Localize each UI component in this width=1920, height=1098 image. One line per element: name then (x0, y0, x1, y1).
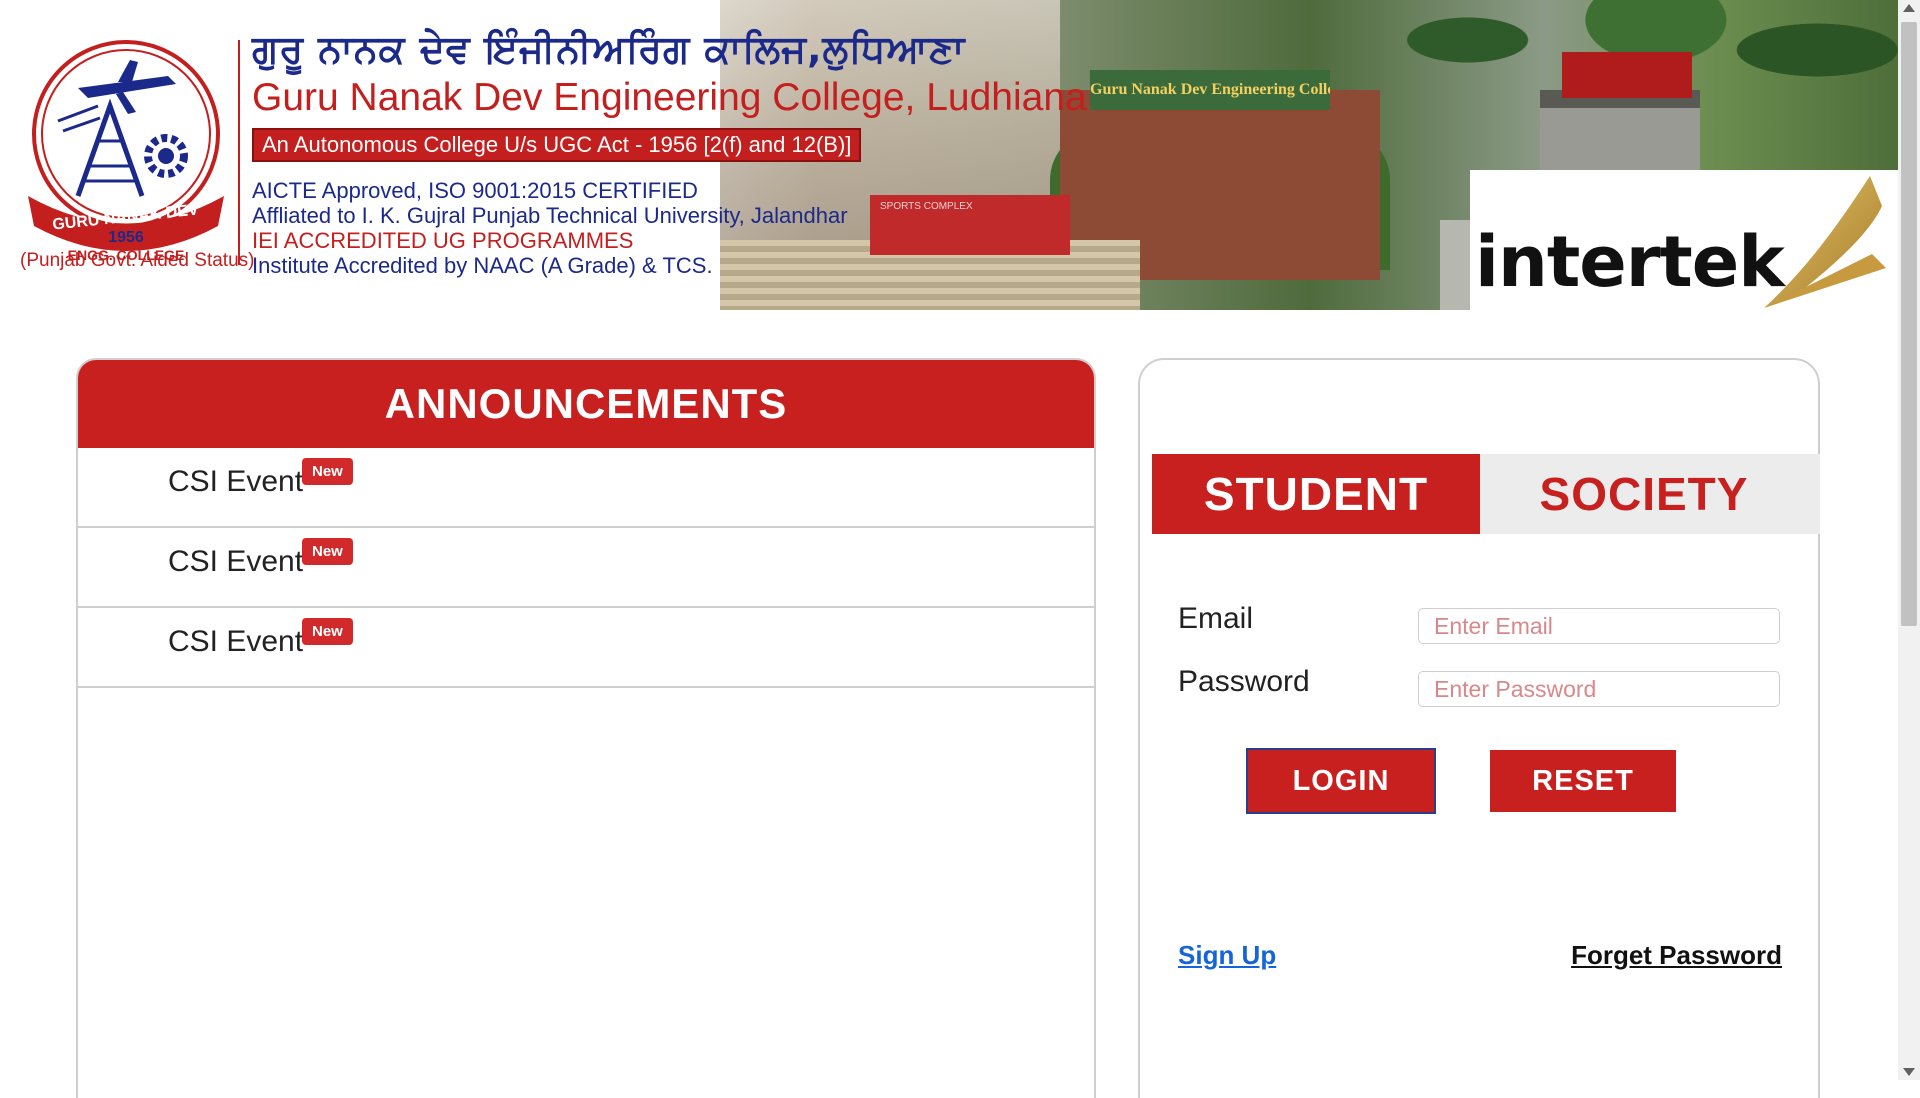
college-name: Guru Nanak Dev Engineering College, Ludh… (252, 76, 1087, 119)
cert-line-affiliation: Affliated to I. K. Gujral Punjab Technic… (252, 203, 848, 228)
list-item: CSI Event New (78, 528, 1094, 608)
password-field[interactable] (1418, 671, 1780, 707)
scroll-thumb[interactable] (1901, 22, 1917, 626)
forget-password-link[interactable]: Forget Password (1571, 940, 1782, 971)
logo-year: 1956 (108, 229, 144, 246)
new-badge: New (302, 618, 353, 645)
scroll-down-arrow-icon[interactable] (1903, 1068, 1915, 1076)
login-panel: STUDENT SOCIETY Email Password LOGIN RES… (1138, 358, 1820, 1098)
password-label: Password (1178, 665, 1310, 698)
login-tabs: STUDENT SOCIETY (1152, 454, 1820, 534)
tab-society[interactable]: SOCIETY (1480, 454, 1808, 534)
new-badge: New (302, 538, 353, 565)
email-label: Email (1178, 602, 1254, 635)
intertek-sail-icon (1764, 176, 1886, 308)
email-field[interactable] (1418, 608, 1780, 644)
header-banner: GURU NANAK DEV 1956 ENGG. COLLEGE (Punja… (0, 0, 1898, 310)
announcements-list: CSI Event New CSI Event New CSI Event Ne… (78, 448, 1094, 688)
login-button[interactable]: LOGIN (1246, 748, 1436, 814)
announcement-link[interactable]: CSI Event (168, 622, 303, 662)
cert-line-naac: Institute Accredited by NAAC (A Grade) &… (252, 253, 713, 278)
announcement-link[interactable]: CSI Event (168, 542, 303, 582)
college-title-block: ਗੁਰੂ ਨਾਨਕ ਦੇਵ ਇੰਜੀਨੀਅਰਿੰਗ ਕਾਲਿਜ,ਲੁਧਿਆਣਾ … (252, 26, 1132, 278)
college-name-punjabi: ਗੁਰੂ ਨਾਨਕ ਦੇਵ ਇੰਜੀਨੀਅਰਿੰਗ ਕਾਲਿਜ,ਲੁਧਿਆਣਾ (252, 27, 966, 71)
announcement-link[interactable]: CSI Event (168, 462, 303, 502)
announcements-panel: ANNOUNCEMENTS CSI Event New CSI Event Ne… (76, 358, 1096, 1098)
list-item: CSI Event New (78, 608, 1094, 688)
autonomous-badge: An Autonomous College U/s UGC Act - 1956… (252, 128, 862, 162)
logo-status-text: (Punjab Govt. Aided Status) (20, 250, 255, 271)
new-badge: New (302, 458, 353, 485)
scroll-up-arrow-icon[interactable] (1903, 4, 1915, 12)
gate-sign (1562, 52, 1692, 98)
logo-divider (238, 40, 240, 265)
tab-student[interactable]: STUDENT (1152, 454, 1480, 534)
announcements-title: ANNOUNCEMENTS (78, 360, 1094, 448)
cert-line-iei: IEI ACCREDITED UG PROGRAMMES (252, 228, 634, 253)
list-item: CSI Event New (78, 448, 1094, 528)
page-scrollbar[interactable] (1898, 0, 1920, 1080)
reset-button[interactable]: RESET (1490, 750, 1676, 812)
sign-up-link[interactable]: Sign Up (1178, 940, 1276, 971)
cert-line-aicte: AICTE Approved, ISO 9001:2015 CERTIFIED (252, 178, 698, 203)
certifications: AICTE Approved, ISO 9001:2015 CERTIFIED … (252, 178, 1132, 278)
intertek-logo: intertek (1475, 221, 1785, 303)
college-logo: GURU NANAK DEV 1956 ENGG. COLLEGE (28, 40, 224, 263)
